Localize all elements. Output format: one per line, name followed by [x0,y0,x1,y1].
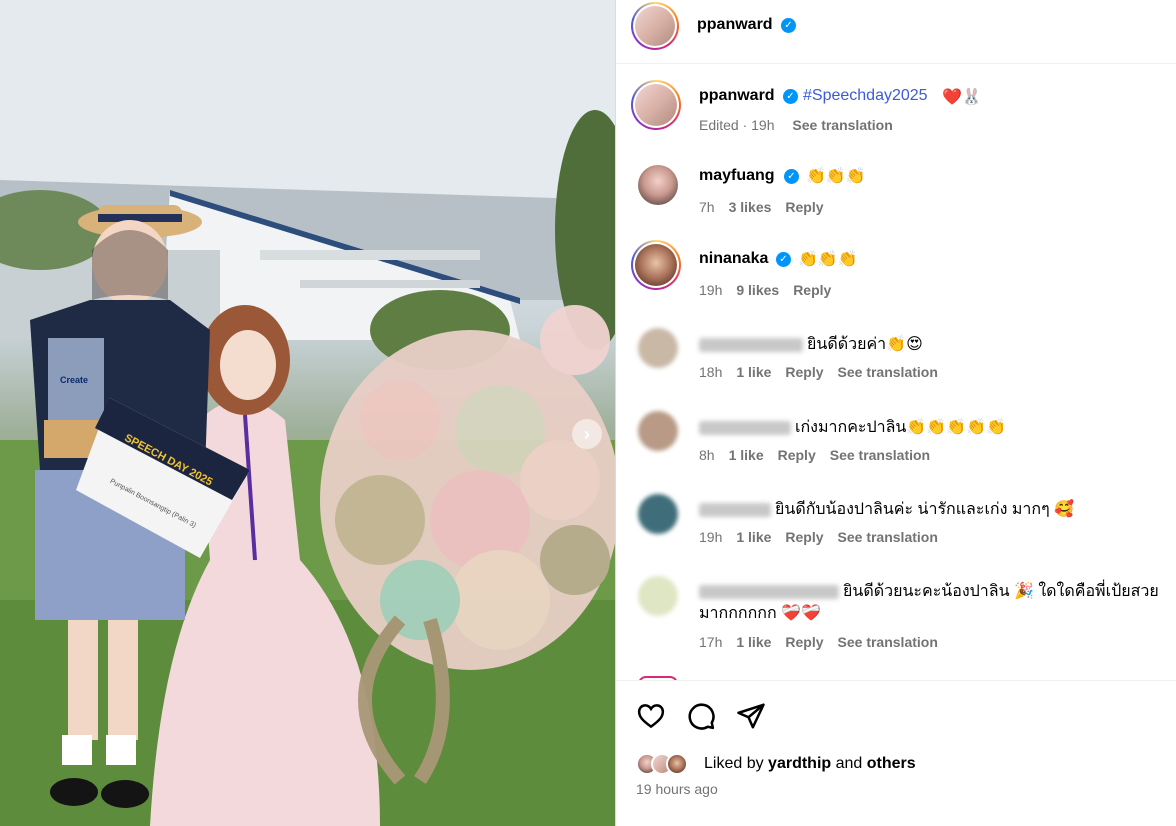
commenter-avatar[interactable] [638,328,678,368]
comment-username[interactable]: ninanaka [699,250,768,268]
comment-time: 7h [699,199,715,215]
comment-text-line1: ยินดีด้วยนะคะน้องปาลิน 🎉 ใดใดคือพี่เป้ยส… [843,583,1159,600]
comment-text: ยินดีด้วยค่า👏😍 [807,336,923,353]
see-translation-link[interactable]: See translation [838,364,938,380]
blurred-username[interactable] [699,502,771,517]
blurred-username[interactable] [699,584,839,599]
chevron-right-icon: › [584,423,590,444]
comment-likes[interactable]: 9 likes [736,282,779,298]
blurred-username[interactable] [699,420,791,435]
comment-text: เก่งมากคะปาลิน👏👏👏👏👏 [795,419,1006,436]
caption-emoji: ❤️🐰 [942,89,982,106]
comment-meta: 8h 1 like Reply See translation [699,447,930,463]
see-translation-link[interactable]: See translation [838,529,938,545]
comment-time: 8h [699,447,715,463]
comment-meta: 19h 9 likes Reply [699,282,845,298]
comment-likes[interactable]: 3 likes [729,199,772,215]
commenter-avatar[interactable] [638,411,678,451]
comment-text: 👏👏👏 [798,251,858,268]
comment-username[interactable]: mayfuang [699,167,775,185]
liked-by-text: Liked by yardthip and others [704,755,916,773]
liked-by-user[interactable]: yardthip [768,755,831,772]
commenter-avatar[interactable] [631,240,681,290]
post-header: ppanward ✓ [616,0,1176,64]
verified-badge-icon: ✓ [776,252,791,267]
reply-button[interactable]: Reply [778,447,816,463]
comment-icon[interactable] [686,701,716,731]
comment-time: 18h [699,364,723,380]
reply-button[interactable]: Reply [785,634,823,650]
comment-line: ยินดีกับน้องปาลินค่ะ น่ารักและเก่ง มากๆ … [699,497,1074,522]
caption-avatar[interactable] [631,80,681,130]
comment-time: 19h [699,529,723,545]
reply-button[interactable]: Reply [785,529,823,545]
commenter-avatar[interactable] [638,165,678,205]
post-timestamp[interactable]: 19 hours ago [636,781,718,797]
reply-button[interactable]: Reply [785,199,823,215]
comment-line: ยินดีด้วยค่า👏😍 [699,332,923,357]
comment-likes[interactable]: 1 like [736,634,771,650]
comment-meta: 17h 1 like Reply See translation [699,634,938,650]
comment-text: 👏👏👏 [806,168,866,185]
verified-badge-icon: ✓ [781,18,796,33]
comment-likes[interactable]: 1 like [736,529,771,545]
comment-meta: 7h 3 likes Reply [699,199,838,215]
author-avatar[interactable] [631,2,679,50]
carousel-next-button[interactable]: › [572,419,602,449]
verified-badge-icon: ✓ [784,169,799,184]
reply-button[interactable]: Reply [785,364,823,380]
liked-by-prefix: Liked by [704,755,764,772]
liker-avatar[interactable] [666,753,688,775]
verified-badge-icon: ✓ [783,89,798,104]
comment-likes[interactable]: 1 like [729,447,764,463]
post-detail-panel: ppanward ✓ ppanward ✓ #Speechday2025 ❤️🐰… [615,0,1176,826]
photo-illustration [0,0,615,826]
comment-time: 19h [699,282,723,298]
caption-meta: Edited · 19h See translation [699,117,893,133]
comment-text-line2: มากกกกกก ❤️‍🩹❤️‍🩹 [699,605,821,622]
liked-by-others[interactable]: others [867,755,916,772]
caption-username[interactable]: ppanward [699,87,775,105]
caption-edited-time: Edited · 19h [699,117,775,133]
comment-meta: 19h 1 like Reply See translation [699,529,938,545]
reply-button[interactable]: Reply [793,282,831,298]
comment-time: 17h [699,634,723,650]
see-translation-link[interactable]: See translation [838,634,938,650]
heart-icon[interactable] [636,701,666,731]
blurred-username[interactable] [699,337,803,352]
post-actions: Liked by yardthip and others 19 hours ag… [616,680,1176,826]
comment-meta: 18h 1 like Reply See translation [699,364,938,380]
commenter-avatar[interactable] [638,576,678,616]
see-translation-link[interactable]: See translation [792,117,892,133]
photo-trophy-text: Create [60,375,89,385]
liked-by-and: and [835,755,863,772]
comment-line: เก่งมากคะปาลิน👏👏👏👏👏 [699,415,1006,440]
caption-hashtag[interactable]: #Speechday2025 [803,87,928,105]
author-username[interactable]: ppanward [697,16,773,34]
see-translation-link[interactable]: See translation [830,447,930,463]
share-icon[interactable] [736,701,766,731]
comment-likes[interactable]: 1 like [736,364,771,380]
post-photo: Create SPEECH DAY 2025 Punpalin Boonsang… [0,0,615,826]
comment-text: ยินดีกับน้องปาลินค่ะ น่ารักและเก่ง มากๆ … [775,501,1075,518]
commenter-avatar[interactable] [638,494,678,534]
